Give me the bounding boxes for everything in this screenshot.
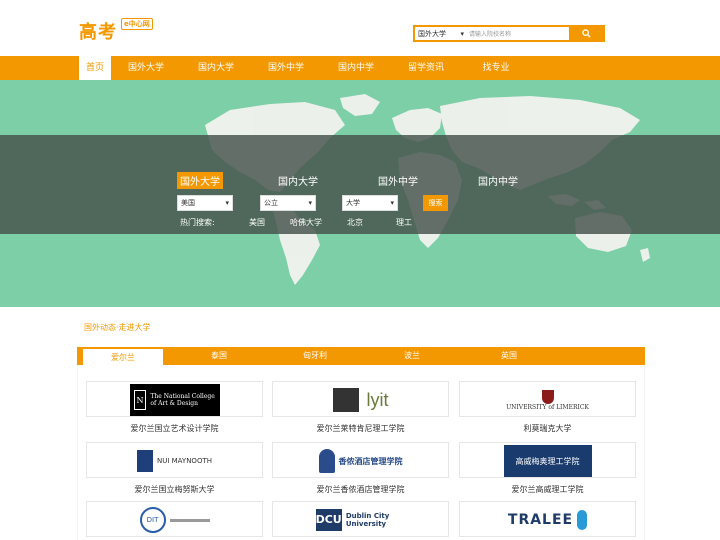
search-button[interactable]	[569, 25, 603, 42]
country-select[interactable]: 美国 ▾	[177, 195, 233, 211]
chevron-down-icon: ▾	[308, 199, 312, 207]
nav-item-find-major[interactable]: 找专业	[461, 56, 531, 80]
tab-uk[interactable]: 英国	[469, 347, 549, 365]
university-card[interactable]: DCU Dublin City University	[272, 501, 449, 537]
country-tabs: 爱尔兰 泰国 匈牙利 波兰 英国	[77, 347, 645, 365]
university-name[interactable]: 爱尔兰莱特肯尼理工学院	[272, 423, 449, 434]
site-logo[interactable]: 高考 e中心网	[79, 16, 159, 44]
ncad-logo-text: The National College of Art & Design	[150, 393, 215, 407]
school-type-select-value: 公立	[264, 199, 278, 207]
university-card[interactable]: UNIVERSITY of LIMERICK	[459, 381, 636, 417]
university-grid: N The National College of Art & Design 爱…	[77, 365, 645, 540]
university-card[interactable]: NUI MAYNOOTH	[86, 442, 263, 478]
hero-banner: 国外大学 国内大学 国外中学 国内中学 美国 ▾ 公立 ▾ 大学 ▾ 搜索 热门…	[0, 80, 720, 307]
tab-poland[interactable]: 波兰	[372, 347, 452, 365]
tralee-logo: TRALEE	[503, 505, 593, 535]
logo-main-text: 高考	[79, 22, 117, 43]
search-type-value: 国外大学	[418, 29, 446, 38]
hot-search-item[interactable]: 理工	[396, 217, 412, 228]
university-card[interactable]: lyit	[272, 381, 449, 417]
university-name[interactable]: 爱尔兰国立梅努斯大学	[86, 484, 263, 495]
ncad-logo: N The National College of Art & Design	[129, 384, 220, 416]
gmit-logo: 高威梅奥理工学院	[503, 445, 592, 477]
dcu-logo: DCU Dublin City University	[315, 505, 406, 535]
nav-item-domestic-university[interactable]: 国内大学	[181, 56, 251, 80]
dcu-logo-text: Dublin City University	[345, 512, 390, 528]
banner-search-button[interactable]: 搜索	[423, 195, 448, 211]
lyit-logo: lyit	[316, 385, 406, 415]
university-card[interactable]: 香侬酒店管理学院	[272, 442, 449, 478]
limerick-logo-text: UNIVERSITY of LIMERICK	[506, 403, 589, 411]
chevron-down-icon: ▾	[225, 199, 229, 207]
level-select-value: 大学	[346, 199, 360, 207]
nav-item-foreign-middle-school[interactable]: 国外中学	[251, 56, 321, 80]
gmit-logo-text: 高威梅奥理工学院	[515, 456, 580, 466]
university-card[interactable]: DIT	[86, 501, 263, 537]
maynooth-logo: NUI MAYNOOTH	[135, 446, 215, 476]
tab-thailand[interactable]: 泰国	[179, 347, 259, 365]
tab-ireland[interactable]: 爱尔兰	[83, 347, 163, 365]
main-nav: 首页 国外大学 国内大学 国外中学 国内中学 留学资讯 找专业	[0, 56, 720, 80]
section-title: 国外动态·走进大学	[84, 323, 151, 332]
shannon-logo-text: 香侬酒店管理学院	[338, 456, 403, 466]
banner-tab-domestic-middle-school[interactable]: 国内中学	[475, 172, 521, 189]
limerick-logo: UNIVERSITY of LIMERICK	[503, 385, 593, 415]
chevron-down-icon: ▾	[460, 29, 464, 38]
level-select[interactable]: 大学 ▾	[342, 195, 398, 211]
tralee-logo-text: TRALEE	[507, 512, 574, 528]
university-name[interactable]: 爱尔兰香侬酒店管理学院	[272, 484, 449, 495]
maynooth-logo-text: NUI MAYNOOTH	[156, 457, 212, 465]
university-name[interactable]: 爱尔兰国立艺术设计学院	[86, 423, 263, 434]
logo-sub-text: e中心网	[121, 18, 153, 30]
university-card[interactable]: 高威梅奥理工学院	[459, 442, 636, 478]
search-input[interactable]: 请输入院校名称	[469, 28, 569, 39]
university-name[interactable]: 利莫瑞克大学	[459, 423, 636, 434]
university-card[interactable]: TRALEE	[459, 501, 636, 537]
chevron-down-icon: ▾	[390, 199, 394, 207]
lyit-logo-text: lyit	[366, 389, 389, 410]
tab-hungary[interactable]: 匈牙利	[275, 347, 355, 365]
search-panel: 国外大学 国内大学 国外中学 国内中学 美国 ▾ 公立 ▾ 大学 ▾ 搜索 热门…	[0, 135, 720, 234]
shannon-logo: 香侬酒店管理学院	[316, 446, 406, 476]
dit-logo: DIT	[135, 505, 215, 535]
nav-item-domestic-middle-school[interactable]: 国内中学	[321, 56, 391, 80]
search-type-select[interactable]: 国外大学 ▾	[416, 28, 466, 39]
nav-item-home[interactable]: 首页	[79, 56, 111, 80]
nav-item-foreign-university[interactable]: 国外大学	[111, 56, 181, 80]
university-name[interactable]: 爱尔兰高威理工学院	[459, 484, 636, 495]
hot-search-label: 热门搜索:	[180, 218, 215, 227]
country-select-value: 美国	[181, 199, 195, 207]
banner-tab-foreign-university[interactable]: 国外大学	[177, 172, 223, 189]
dit-logo-text: DIT	[139, 507, 166, 533]
banner-tab-foreign-middle-school[interactable]: 国外中学	[375, 172, 421, 189]
hot-search-item[interactable]: 美国	[249, 217, 265, 228]
search-box: 国外大学 ▾ 请输入院校名称	[413, 25, 605, 42]
school-type-select[interactable]: 公立 ▾	[260, 195, 316, 211]
search-icon	[581, 29, 591, 38]
header: 高考 e中心网 国外大学 ▾ 请输入院校名称	[0, 0, 720, 56]
university-card[interactable]: N The National College of Art & Design	[86, 381, 263, 417]
hot-search-item[interactable]: 北京	[347, 217, 363, 228]
banner-tab-domestic-university[interactable]: 国内大学	[275, 172, 321, 189]
nav-item-study-abroad-news[interactable]: 留学资讯	[391, 56, 461, 80]
hot-search-item[interactable]: 哈佛大学	[290, 217, 322, 228]
